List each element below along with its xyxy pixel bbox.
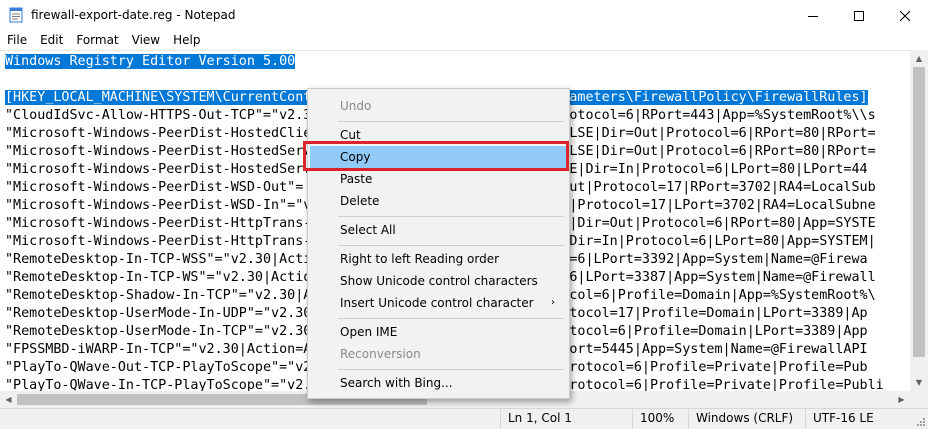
- vertical-scrollbar[interactable]: ▲ ▼: [910, 50, 928, 391]
- context-cut[interactable]: Cut: [310, 124, 567, 146]
- scroll-down-arrow-icon[interactable]: ▼: [910, 374, 928, 391]
- context-select-all[interactable]: Select All: [310, 219, 567, 241]
- menu-separator: [338, 121, 564, 122]
- menu-edit[interactable]: Edit: [33, 31, 69, 50]
- menu-bar: File Edit Format View Help: [0, 31, 928, 50]
- chevron-right-icon: ›: [551, 297, 555, 308]
- scrollbar-corner: [910, 391, 928, 408]
- maximize-icon: [854, 10, 864, 21]
- context-rtl-reading-order[interactable]: Right to left Reading order: [310, 248, 567, 270]
- scroll-left-arrow-icon[interactable]: ◀: [0, 391, 17, 408]
- status-bar: Ln 1, Col 1 100% Windows (CRLF) UTF-16 L…: [0, 408, 928, 429]
- menu-separator: [338, 245, 564, 246]
- vertical-scroll-thumb[interactable]: [913, 67, 925, 357]
- context-open-ime[interactable]: Open IME: [310, 321, 567, 343]
- menu-format[interactable]: Format: [69, 31, 124, 50]
- maximize-button[interactable]: [836, 0, 882, 31]
- resize-grip-icon[interactable]: [914, 415, 926, 427]
- context-delete[interactable]: Delete: [310, 190, 567, 212]
- title-bar[interactable]: firewall-export-date.reg - Notepad: [0, 0, 928, 31]
- menu-separator: [338, 216, 564, 217]
- scroll-up-arrow-icon[interactable]: ▲: [910, 50, 928, 67]
- context-insert-unicode-control[interactable]: Insert Unicode control character ›: [310, 292, 567, 314]
- menu-help[interactable]: Help: [166, 31, 206, 50]
- zoom-level: 100%: [632, 409, 688, 429]
- close-button[interactable]: [882, 0, 928, 31]
- scroll-right-arrow-icon[interactable]: ▶: [893, 391, 910, 408]
- context-menu: Undo Cut Copy Paste Delete Select All Ri…: [307, 88, 570, 399]
- window-title: firewall-export-date.reg - Notepad: [31, 8, 236, 22]
- context-paste[interactable]: Paste: [310, 168, 567, 190]
- line-ending: Windows (CRLF): [688, 409, 805, 429]
- context-reconversion[interactable]: Reconversion: [310, 343, 567, 365]
- menu-view[interactable]: View: [125, 31, 166, 50]
- context-search-with-bing[interactable]: Search with Bing...: [310, 372, 567, 394]
- menu-file[interactable]: File: [0, 31, 33, 50]
- editor-line: Windows Registry Editor Version 5.00: [5, 54, 296, 69]
- encoding: UTF-16 LE: [805, 409, 928, 429]
- minimize-button[interactable]: [790, 0, 836, 31]
- context-insert-unicode-label: Insert Unicode control character: [340, 296, 534, 310]
- context-show-unicode-control[interactable]: Show Unicode control characters: [310, 270, 567, 292]
- cursor-position: Ln 1, Col 1: [500, 409, 632, 429]
- notepad-icon: [9, 7, 23, 23]
- menu-separator: [338, 369, 564, 370]
- minimize-icon: [808, 15, 818, 17]
- context-undo[interactable]: Undo: [310, 95, 567, 117]
- context-copy[interactable]: Copy: [310, 146, 567, 168]
- close-icon: [900, 10, 910, 21]
- menu-separator: [338, 318, 564, 319]
